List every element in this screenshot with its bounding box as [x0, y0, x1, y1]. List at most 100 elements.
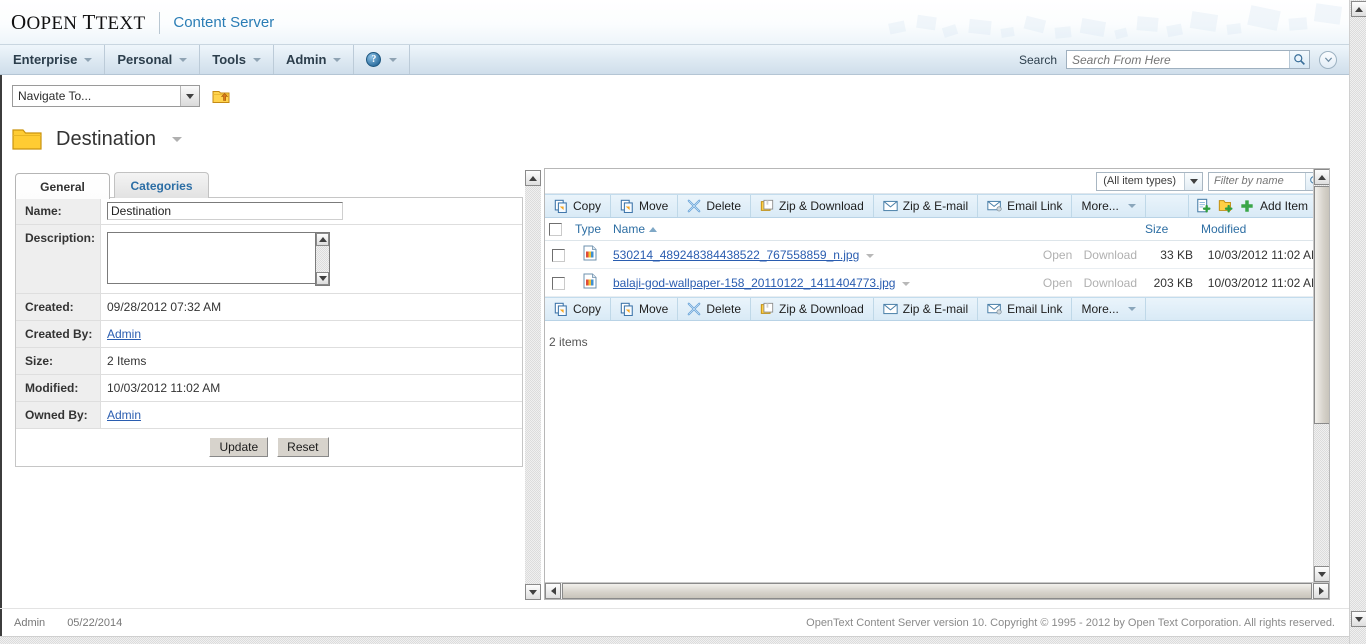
add-folder-icon[interactable] — [1218, 198, 1234, 214]
button-label: Move — [639, 199, 669, 213]
logo-open-text: OPEN — [26, 13, 78, 34]
scroll-down-button[interactable] — [316, 272, 329, 285]
toolbar-spacer — [1146, 298, 1329, 321]
browser-vertical-scrollbar[interactable] — [1349, 0, 1366, 644]
name-value-cell — [101, 198, 522, 224]
zip-download-button[interactable]: Zip & Download — [751, 195, 874, 217]
browse-vertical-scrollbar[interactable] — [1313, 169, 1329, 582]
form-row-owned-by: Owned By: Admin — [16, 402, 522, 429]
move-icon — [620, 199, 633, 213]
table-row[interactable]: 530214_489248384438522_767558859_n.jpg O… — [545, 240, 1329, 270]
menu-item-help[interactable]: ? — [354, 45, 411, 74]
plus-icon[interactable] — [1240, 199, 1254, 213]
button-label: Delete — [706, 302, 742, 317]
copy-button[interactable]: Copy — [545, 298, 612, 321]
size-header[interactable]: Size — [1141, 218, 1197, 242]
page-vertical-scrollbar[interactable] — [525, 170, 541, 600]
browse-panel: (All item types) Filter by name Copy Mov… — [544, 168, 1330, 600]
more-button[interactable]: More... — [1072, 298, 1146, 321]
tab-label: Categories — [130, 178, 193, 193]
row-modified: 10/03/2012 11:02 AM — [1197, 268, 1329, 298]
bottom-edge-decoration — [0, 636, 1349, 644]
email-link-button[interactable]: Email Link — [978, 195, 1073, 217]
name-filter-input[interactable] — [1209, 172, 1305, 190]
created-by-link[interactable]: Admin — [107, 327, 141, 341]
search-options-button[interactable] — [1319, 50, 1337, 69]
description-textarea[interactable] — [107, 232, 315, 284]
move-button[interactable]: Move — [611, 195, 679, 217]
more-button[interactable]: More... — [1072, 195, 1146, 217]
copy-icon — [554, 199, 567, 213]
items-table-body: 530214_489248384438522_767558859_n.jpg O… — [545, 240, 1329, 298]
scroll-left-button[interactable] — [545, 583, 561, 599]
row-menu-icon[interactable] — [902, 281, 911, 286]
row-name-cell: balaji-god-wallpaper-158_20110122_141140… — [609, 268, 1029, 298]
file-name-link[interactable]: 530214_489248384438522_767558859_n.jpg — [613, 248, 859, 262]
button-label: Delete — [706, 199, 742, 213]
owned-by-link[interactable]: Admin — [107, 408, 141, 422]
menu-item-enterprise[interactable]: Enterprise — [0, 45, 106, 74]
scroll-up-button[interactable] — [525, 170, 541, 186]
navigate-to-arrow[interactable] — [180, 86, 199, 106]
row-menu-icon[interactable] — [866, 253, 875, 258]
select-all-checkbox[interactable] — [549, 223, 562, 237]
type-header[interactable]: Type — [571, 218, 609, 242]
row-checkbox-cell — [545, 268, 571, 298]
add-document-icon[interactable] — [1196, 198, 1212, 214]
scroll-up-button[interactable] — [1351, 1, 1366, 17]
open-link[interactable]: Open — [1043, 248, 1072, 262]
delete-button[interactable]: Delete — [678, 195, 752, 217]
add-item-label[interactable]: Add Item — [1260, 199, 1308, 213]
scroll-down-button[interactable] — [1351, 611, 1366, 627]
zip-download-icon — [760, 303, 774, 315]
menu-item-admin[interactable]: Admin — [274, 45, 355, 74]
email-link-button[interactable]: Email Link — [978, 298, 1073, 321]
scroll-down-button[interactable] — [1314, 566, 1329, 582]
scroll-thumb[interactable] — [562, 583, 1312, 599]
row-checkbox[interactable] — [551, 248, 565, 262]
zip-email-button[interactable]: Zip & E-mail — [874, 298, 979, 321]
search-button[interactable] — [1289, 51, 1309, 68]
description-scrollbar[interactable] — [315, 232, 330, 286]
folder-up-icon[interactable] — [212, 88, 230, 104]
reset-button[interactable]: Reset — [277, 437, 329, 457]
zip-email-button[interactable]: Zip & E-mail — [874, 195, 979, 217]
zip-download-button[interactable]: Zip & Download — [751, 298, 874, 321]
copy-button[interactable]: Copy — [545, 195, 612, 217]
item-type-filter-dropdown[interactable]: (All item types) — [1096, 171, 1203, 191]
navigate-to-dropdown[interactable]: Navigate To... — [12, 85, 200, 107]
menu-item-personal[interactable]: Personal — [105, 45, 201, 74]
button-label: Move — [639, 302, 669, 317]
page-title-menu-icon[interactable] — [172, 136, 183, 142]
tab-general[interactable]: General — [15, 173, 110, 199]
scroll-thumb[interactable] — [1314, 186, 1329, 424]
search-label: Search — [1018, 52, 1057, 67]
table-row[interactable]: balaji-god-wallpaper-158_20110122_141140… — [545, 268, 1329, 298]
download-link[interactable]: Download — [1084, 248, 1137, 262]
name-header[interactable]: Name — [609, 218, 1029, 242]
name-input[interactable] — [107, 202, 343, 220]
open-link[interactable]: Open — [1043, 276, 1072, 290]
menu-item-tools[interactable]: Tools — [200, 45, 274, 74]
row-type-cell — [571, 240, 609, 270]
owned-by-label: Owned By: — [16, 402, 101, 428]
file-name-link[interactable]: balaji-god-wallpaper-158_20110122_141140… — [613, 276, 895, 290]
scroll-right-button[interactable] — [1313, 583, 1329, 599]
tab-categories[interactable]: Categories — [114, 172, 209, 198]
name-label: Name: — [16, 198, 101, 224]
modified-header[interactable]: Modified — [1197, 218, 1329, 242]
chevron-down-icon — [186, 93, 194, 99]
scroll-up-button[interactable] — [316, 233, 329, 246]
download-link[interactable]: Download — [1084, 276, 1137, 290]
scroll-down-button[interactable] — [525, 584, 541, 600]
row-checkbox[interactable] — [551, 276, 565, 290]
chevron-down-icon — [1127, 204, 1136, 208]
browse-horizontal-scrollbar[interactable] — [545, 582, 1329, 599]
properties-tabs: General Categories — [15, 172, 523, 199]
scroll-up-button[interactable] — [1314, 169, 1329, 185]
move-button[interactable]: Move — [611, 298, 679, 321]
delete-button[interactable]: Delete — [678, 298, 752, 321]
update-button[interactable]: Update — [209, 437, 269, 457]
item-type-filter-arrow[interactable] — [1184, 172, 1202, 190]
search-input[interactable] — [1067, 51, 1289, 68]
